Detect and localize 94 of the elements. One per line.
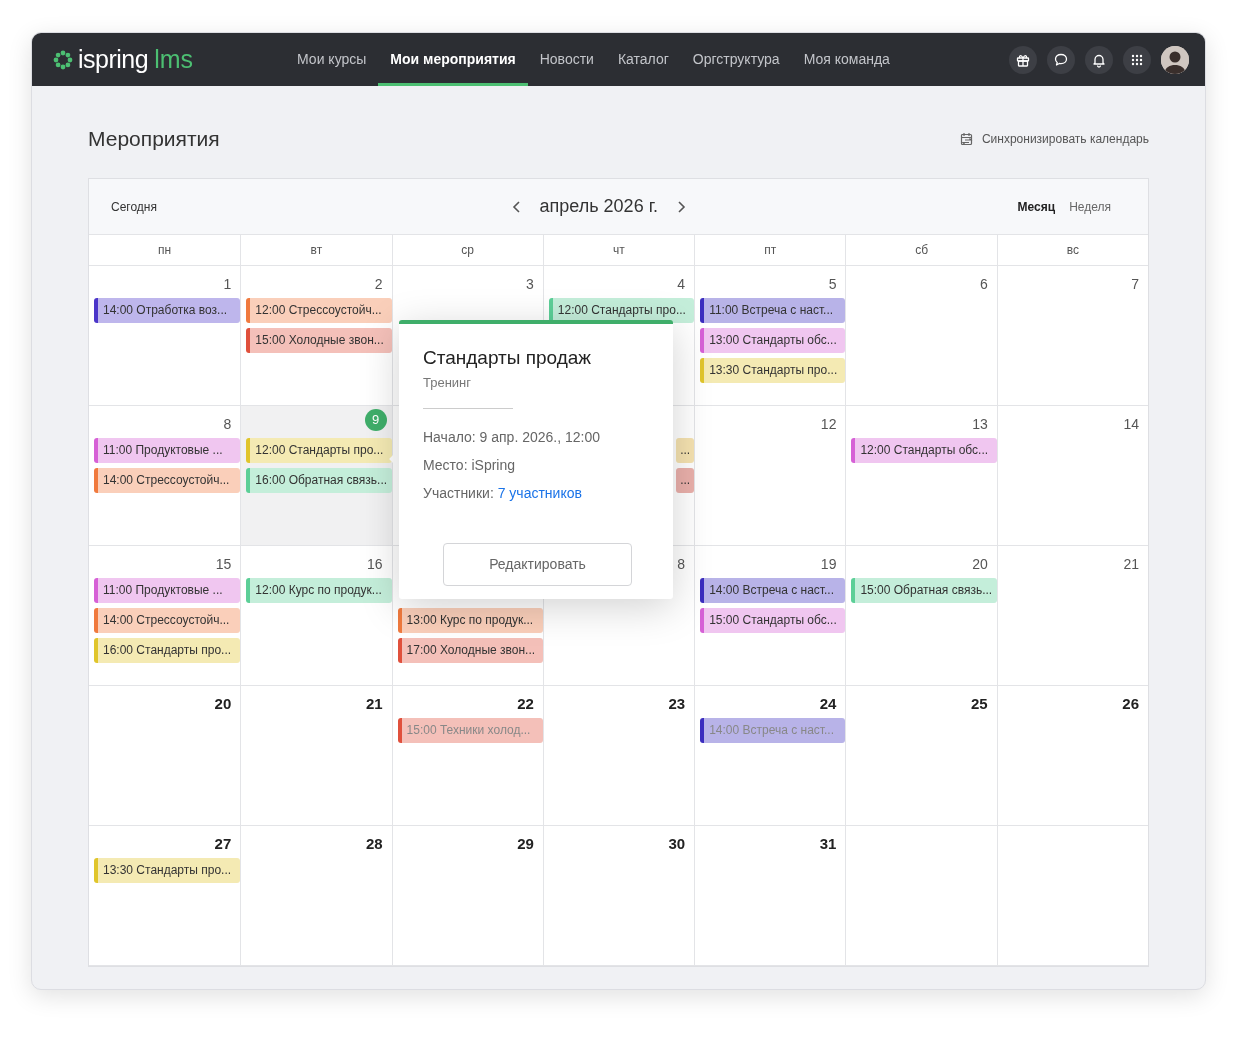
day-number: 22 (517, 695, 534, 713)
day-number: 31 (819, 835, 837, 853)
detail-label: Участники: (423, 485, 495, 501)
day-number: 21 (1123, 555, 1139, 573)
event-chip[interactable]: ... (676, 438, 695, 463)
gift-button[interactable] (1009, 45, 1037, 74)
event-chip[interactable]: 16:00 Стандарты про... (94, 638, 241, 663)
day-number: 13 (972, 415, 988, 433)
event-chip[interactable]: 16:00 Обратная связь... (246, 468, 392, 493)
day-number: 23 (668, 695, 686, 713)
day-number: 15 (215, 555, 232, 573)
day-number: 26 (1122, 695, 1139, 713)
weekday-label: сб (845, 235, 997, 266)
event-chip[interactable]: 13:30 Стандарты про... (94, 858, 241, 883)
event-chip[interactable]: 14:00 Встреча с наст... (700, 578, 846, 603)
detail-label: Начало: (423, 429, 477, 445)
detail-value: iSpring (471, 457, 516, 473)
participants-link[interactable]: 7 участников (497, 485, 582, 501)
today-date-badge: 9 (364, 409, 387, 431)
weekday-label: пт (694, 235, 846, 266)
weekday-label: вт (240, 235, 392, 266)
chevron-left-icon (511, 200, 522, 215)
day-number: 20 (214, 695, 232, 713)
day-number: 8 (223, 415, 232, 433)
day-number: 25 (971, 695, 988, 713)
detail-label: Место: (423, 457, 469, 473)
day-number: 19 (820, 555, 837, 573)
event-chip[interactable]: 12:00 Курс по продук... (246, 578, 392, 603)
chevron-right-icon (676, 200, 686, 215)
day-number: 16 (367, 555, 383, 573)
event-chip[interactable]: 15:00 Обратная связь... (851, 578, 997, 603)
weekday-label: пн (157, 242, 173, 259)
sync-calendar-link[interactable]: Синхронизировать календарь (959, 130, 1149, 148)
event-chip[interactable]: 17:00 Холодные звон... (397, 638, 543, 663)
event-chip[interactable]: ... (676, 468, 695, 493)
day-number: 27 (214, 835, 232, 853)
day-number: 4 (677, 275, 686, 293)
event-type: Тренинг (423, 373, 473, 392)
day-number: 1 (223, 275, 232, 293)
event-chip[interactable]: 15:00 Стандарты обс... (700, 608, 846, 633)
chat-bubble-icon (1053, 51, 1069, 68)
day-number: 12 (820, 415, 837, 433)
day-number: 2 (374, 275, 383, 293)
event-chip[interactable]: 11:00 Продуктовые ... (94, 438, 241, 463)
day-number: 6 (979, 275, 988, 293)
event-chip[interactable]: 13:00 Курс по продук... (397, 608, 543, 633)
event-chip[interactable]: 11:00 Продуктовые ... (94, 578, 241, 603)
chat-button[interactable] (1047, 45, 1075, 74)
weekday-label: ср (391, 235, 543, 266)
day-number: 20 (972, 555, 988, 573)
day-number: 24 (819, 695, 837, 713)
today-button[interactable]: Сегодня (111, 197, 157, 216)
day-number: 21 (365, 695, 383, 713)
day-number: 14 (1123, 415, 1139, 433)
calendar-sync-icon (959, 132, 974, 146)
nav-tab[interactable]: Оргструктура (680, 33, 792, 86)
view-tab[interactable]: Месяц (1010, 197, 1063, 216)
event-chip[interactable]: 13:00 Стандарты обс... (700, 328, 846, 353)
day-number: 5 (828, 275, 837, 293)
event-chip[interactable]: 12:00 Стандарты про... (246, 438, 392, 463)
view-tab[interactable]: Неделя (1062, 197, 1118, 216)
edit-button[interactable]: Редактировать (443, 543, 632, 586)
nav-tab[interactable]: Новости (527, 33, 606, 86)
day-number: 30 (668, 835, 686, 853)
event-chip[interactable]: 14:00 Стрессоустойч... (94, 468, 241, 493)
weekday-label: вс (996, 235, 1148, 266)
event-chip[interactable]: 11:00 Встреча с наст... (700, 298, 846, 323)
event-chip[interactable]: 14:00 Стрессоустойч... (94, 608, 241, 633)
day-number: 8 (677, 555, 686, 573)
event-chip[interactable]: 14:00 Отработка воз... (94, 298, 241, 323)
nav-tab[interactable]: Мои мероприятия (378, 33, 528, 86)
person-silhouette-icon (1161, 45, 1189, 74)
weekday-label: чт (542, 235, 695, 266)
nav-tab[interactable]: Каталог (605, 33, 681, 86)
logo-suffix: lms (154, 43, 194, 75)
detail-value: 9 апр. 2026., 12:00 (479, 429, 601, 445)
event-chip[interactable]: 12:00 Стандарты обс... (851, 438, 997, 463)
day-number: 29 (517, 835, 534, 853)
day-number: 28 (365, 835, 383, 853)
nav-tab[interactable]: Мои курсы (285, 33, 379, 86)
day-number: 7 (1131, 275, 1139, 293)
popover-title: Стандарты продаж (423, 346, 593, 370)
bell-button[interactable] (1085, 45, 1113, 74)
avatar-button[interactable] (1161, 45, 1189, 74)
event-chip[interactable]: 13:30 Стандарты про... (700, 358, 846, 383)
event-chip[interactable]: 12:00 Стрессоустойч... (246, 298, 392, 323)
event-chip[interactable]: 15:00 Холодные звон... (246, 328, 392, 353)
nav-tab[interactable]: Моя команда (791, 33, 902, 86)
apps-button[interactable] (1123, 45, 1151, 74)
logo-icon (52, 48, 74, 71)
day-number: 3 (526, 275, 534, 293)
month-label: апрель 2026 г. (539, 195, 658, 218)
logo-name: ispring (78, 43, 149, 75)
page-title: Мероприятия (88, 126, 220, 153)
